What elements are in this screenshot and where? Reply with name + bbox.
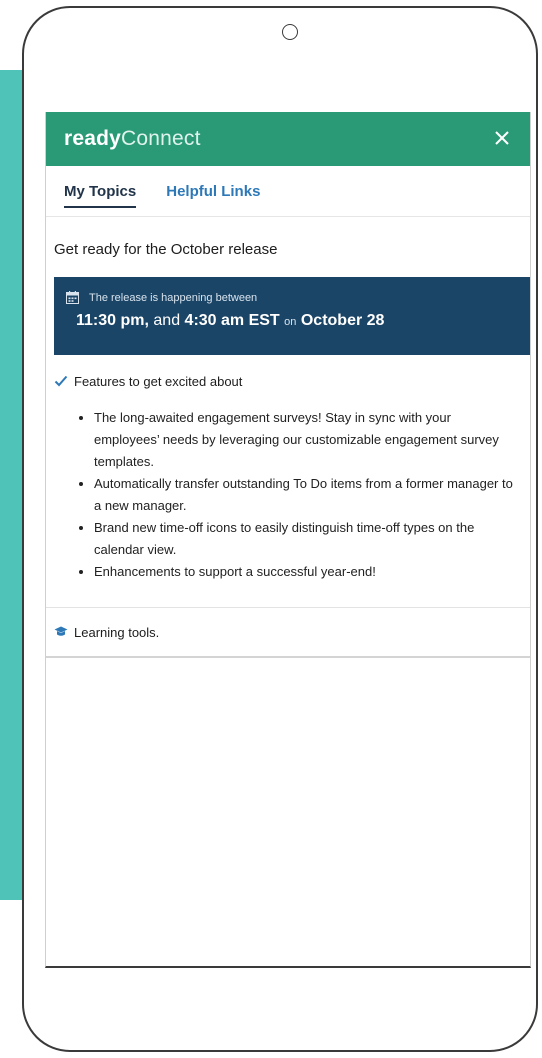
list-item: Brand new time-off icons to easily disti… (94, 517, 518, 561)
release-banner: The release is happening between 11:30 p… (54, 277, 530, 355)
list-item: The long-awaited engagement surveys! Sta… (94, 407, 518, 473)
phone-camera (282, 24, 298, 40)
list-item: Automatically transfer outstanding To Do… (94, 473, 518, 517)
close-button[interactable] (488, 124, 516, 152)
release-title: Get ready for the October release (54, 241, 278, 258)
list-item: Enhancements to support a successful yea… (94, 561, 518, 583)
release-start-time: 11:30 pm, (76, 312, 149, 329)
close-icon (495, 131, 509, 145)
brand-bold-text: ready (64, 127, 122, 150)
banner-intro-text: The release is happening between (89, 291, 258, 304)
features-heading: Features to get excited about (46, 355, 530, 391)
release-time-row: 11:30 pm, and 4:30 am EST on October 28 (66, 312, 530, 330)
release-and-word: and (153, 312, 181, 329)
release-on-word: on (284, 316, 297, 328)
learning-tools-section[interactable]: Learning tools. (46, 608, 530, 656)
app-screen: readyConnect My Topics Helpful Links Get… (45, 112, 531, 968)
feature-list: The long-awaited engagement surveys! Sta… (46, 407, 530, 583)
section-divider (46, 656, 530, 658)
check-icon (54, 375, 68, 387)
banner-intro-row: The release is happening between (66, 291, 530, 304)
tab-bar: My Topics Helpful Links (46, 166, 530, 217)
tab-helpful-links[interactable]: Helpful Links (166, 175, 260, 208)
calendar-icon (66, 291, 79, 304)
tab-my-topics[interactable]: My Topics (64, 175, 137, 208)
release-date: October 28 (300, 312, 385, 329)
learning-tools-label: Learning tools. (74, 624, 160, 640)
graduation-cap-icon (54, 626, 68, 636)
app-header: readyConnect (46, 112, 530, 166)
brand-logo: readyConnect (64, 127, 201, 151)
brand-light-text: Connect (121, 127, 201, 150)
release-end-time: 4:30 am EST (184, 312, 280, 329)
topic-content: Get ready for the October release The re… (46, 217, 530, 658)
features-heading-text: Features to get excited about (74, 373, 243, 389)
